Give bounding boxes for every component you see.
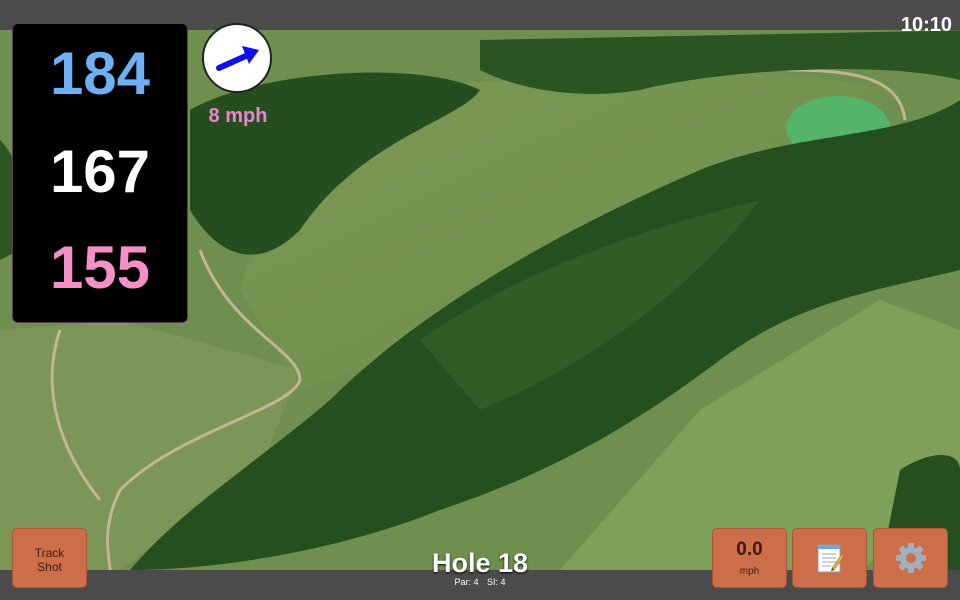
hole-info: Par: 4 SI: 4 [380,577,580,587]
speed-unit: mph [739,566,760,577]
notepad-icon [817,544,844,573]
wind-indicator [202,23,272,93]
track-shot-label: Track Shot [34,546,65,574]
gear-icon [895,543,926,573]
clock: 10:10 [900,14,952,36]
track-shot-button[interactable]: Track Shot [12,528,87,588]
distance-middle: 167 [49,138,151,205]
settings-button[interactable] [873,528,948,588]
hole-stroke-index: SI: 4 [487,577,506,587]
speed-value: 0.0 [736,539,763,560]
notes-button[interactable] [792,528,867,588]
wind-speed: 8 mph [208,105,268,127]
speed-button[interactable]: 0.0 mph [712,528,787,588]
distance-panel: 184 167 155 [12,23,188,323]
wind-arrow-icon [216,46,259,71]
distance-back: 184 [49,40,151,107]
hole-title: Hole 18 [431,548,529,578]
hole-par: Par: 4 [454,577,479,587]
distance-front: 155 [49,234,151,301]
